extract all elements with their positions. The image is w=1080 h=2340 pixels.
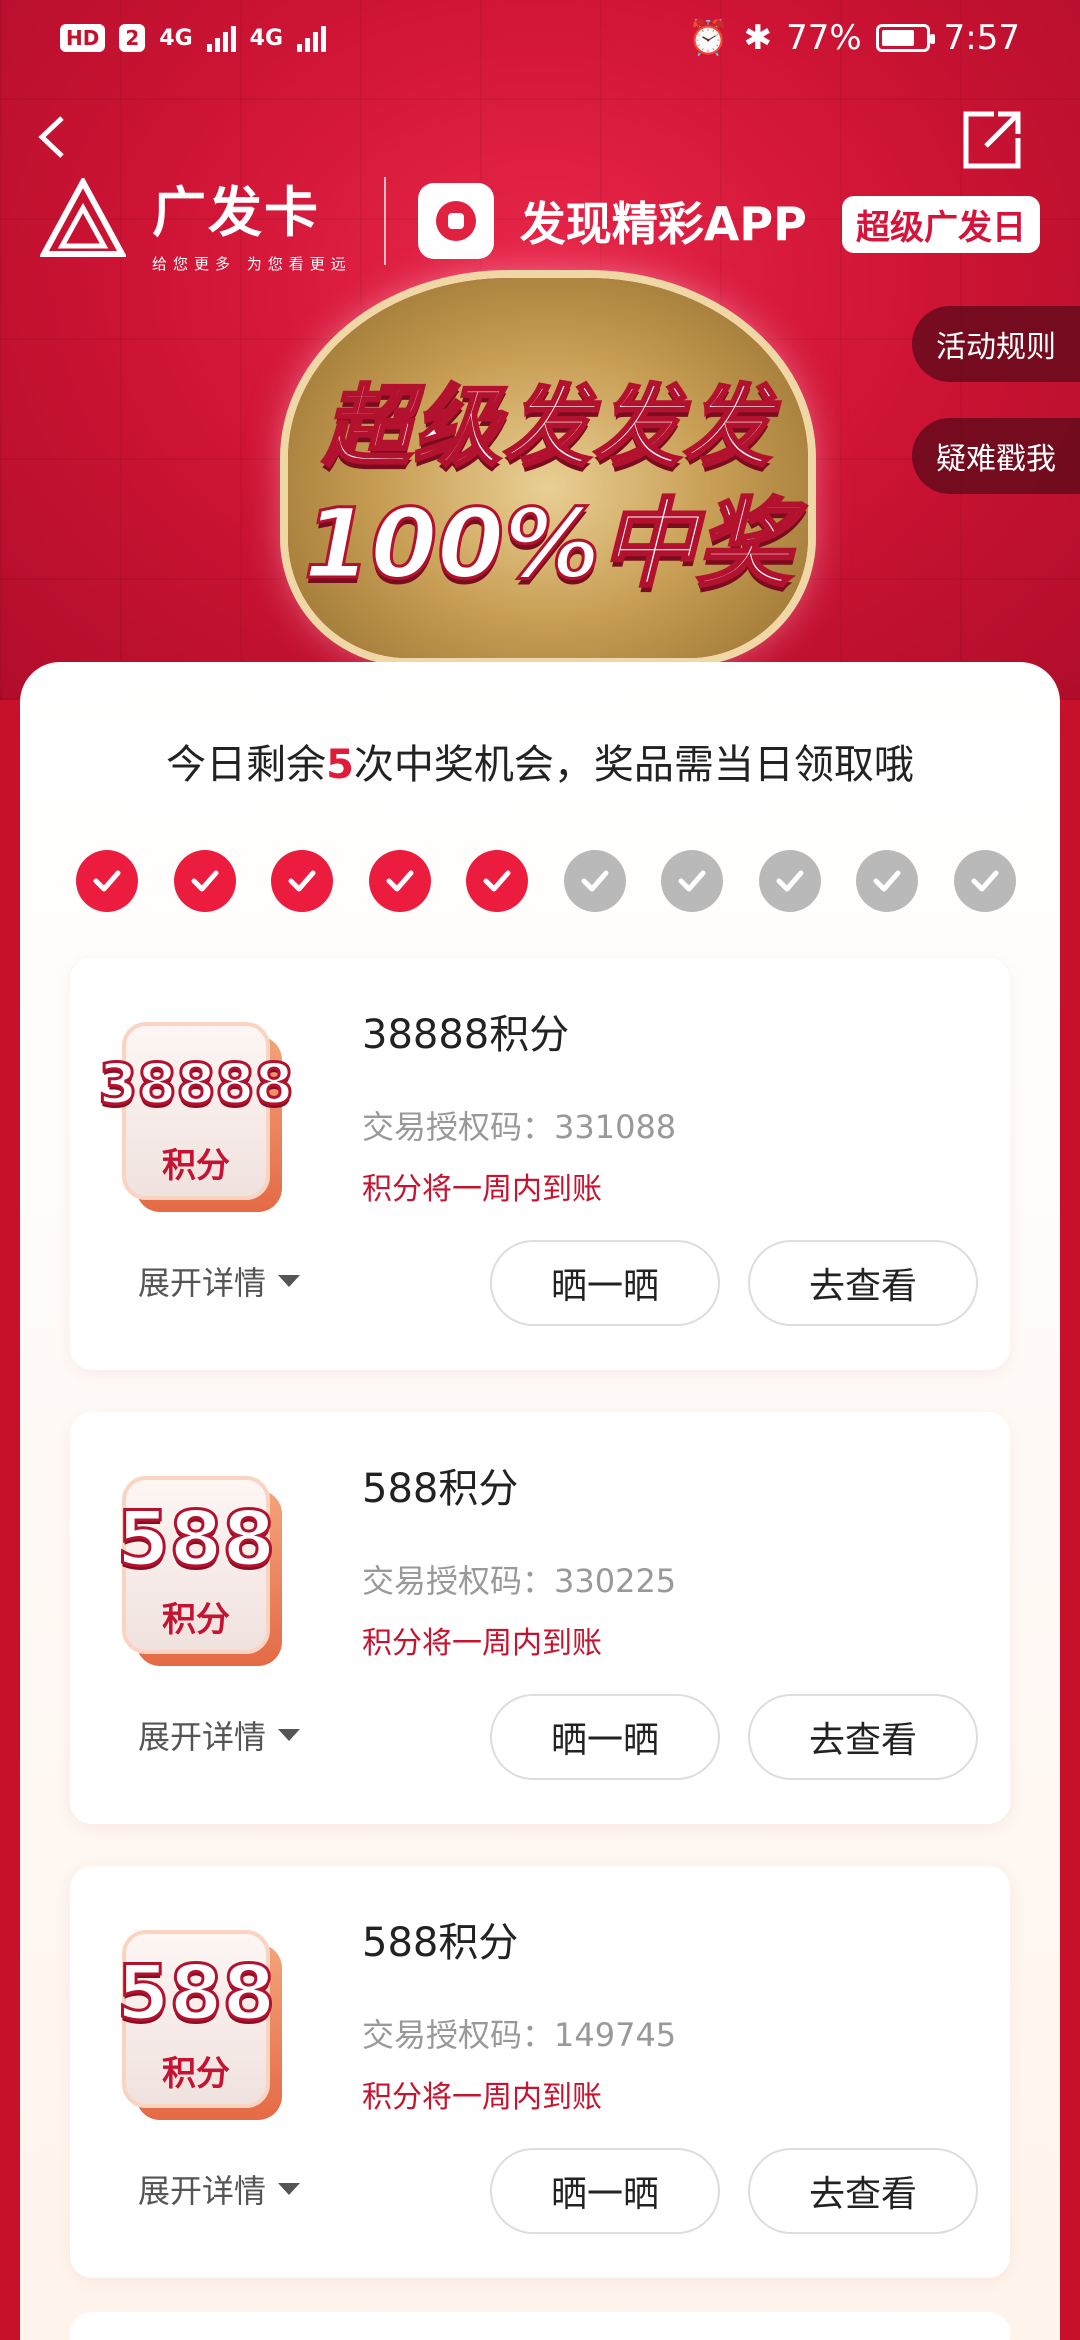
arrival-note: 积分将一周内到账 [362, 2080, 602, 2115]
share-prize-button[interactable]: 晒一晒 [490, 1240, 720, 1326]
tile-amount: 588 [115, 1493, 277, 1585]
prize-title: 38888积分 [362, 1012, 570, 1058]
tile-amount: 588 [115, 1947, 277, 2039]
remaining-prefix: 今日剩余 [166, 742, 327, 788]
tile-unit: 积分 [162, 1600, 230, 1640]
brand-slogan: 给您更多 为您看更远 [152, 255, 352, 273]
remaining-count: 5 [326, 742, 354, 788]
prize-card: 38888 积分 38888积分 交易授权码：331088 积分将一周内到账 展… [70, 958, 1010, 1370]
share-prize-button[interactable]: 晒一晒 [490, 2148, 720, 2234]
tile-amount: 38888 [97, 1051, 295, 1119]
app-logo-icon [417, 183, 494, 259]
chance-used-indicator [76, 850, 138, 912]
caret-down-icon [278, 2183, 301, 2195]
prize-title: 588积分 [362, 1920, 519, 1966]
chance-unused-indicator [758, 850, 821, 912]
chance-unused-indicator [953, 850, 1016, 912]
check-icon [288, 870, 316, 892]
app-name: 发现精彩APP [519, 197, 807, 251]
prize-panel: 今日剩余5次中奖机会，奖品需当日领取哦 38888 积分 38888积分 交易授… [20, 662, 1060, 2340]
arrival-note: 积分将一周内到账 [362, 1626, 602, 1661]
status-left: HD 2 4G 4G [60, 24, 327, 52]
gdb-logo-icon [38, 175, 128, 264]
chance-indicator-row [76, 850, 1016, 912]
promo-banner: 超级发发发 100%中奖 [288, 278, 808, 658]
status-right: ⏰ ✱ 77% 7:57 [687, 18, 1020, 58]
chance-used-indicator [173, 850, 236, 912]
check-icon [483, 870, 511, 892]
chance-unused-indicator [856, 850, 919, 912]
chance-unused-indicator [661, 850, 724, 912]
points-tile: 38888 积分 [97, 1022, 295, 1212]
chance-unused-indicator [563, 850, 626, 912]
caret-down-icon [278, 1729, 301, 1741]
super-day-badge: 超级广发日 [842, 196, 1040, 253]
hd-badge: HD [60, 24, 106, 52]
remaining-suffix: 次中奖机会，奖品需当日领取哦 [353, 742, 914, 788]
hero-background: HD 2 4G 4G ⏰ ✱ 77% 7:57 广发卡 给您更多 为您看更远 发… [0, 0, 1080, 700]
prize-card: 588 积分 588积分 交易授权码：149745 积分将一周内到账 展开详情 … [70, 1866, 1010, 2278]
signal-icon [297, 24, 327, 52]
check-icon [191, 870, 219, 892]
auth-code: 交易授权码：149745 [362, 2016, 677, 2054]
brand-row: 广发卡 给您更多 为您看更远 发现精彩APP [38, 168, 807, 274]
points-tile: 588 积分 [115, 1930, 282, 2120]
tile-unit: 积分 [162, 1146, 230, 1186]
chevron-left-icon [38, 116, 64, 158]
check-icon [386, 870, 414, 892]
battery-percent: 77% [786, 18, 862, 58]
prize-card-partial [70, 2312, 1010, 2340]
expand-label: 展开详情 [138, 1718, 267, 1756]
banner-line-2: 100%中奖 [302, 487, 794, 602]
expand-details-button[interactable]: 展开详情 [138, 2166, 301, 2212]
expand-label: 展开详情 [138, 1264, 267, 1302]
share-button[interactable] [960, 108, 1024, 172]
back-button[interactable] [32, 112, 82, 162]
status-bar: HD 2 4G 4G ⏰ ✱ 77% 7:57 [0, 0, 1080, 76]
network-label-1: 4G [159, 25, 193, 51]
remaining-chances-text: 今日剩余5次中奖机会，奖品需当日领取哦 [20, 732, 1060, 790]
expand-details-button[interactable]: 展开详情 [138, 1258, 301, 1304]
tile-unit: 积分 [162, 2054, 230, 2094]
points-tile: 588 积分 [115, 1476, 282, 1666]
prize-title: 588积分 [362, 1466, 519, 1512]
expand-label: 展开详情 [138, 2172, 267, 2210]
auth-code: 交易授权码：331088 [362, 1108, 677, 1146]
chance-used-indicator [368, 850, 431, 912]
battery-icon [875, 24, 935, 52]
chance-used-indicator [271, 850, 334, 912]
check-icon [971, 870, 999, 892]
check-icon [581, 870, 609, 892]
check-icon [873, 870, 901, 892]
header-divider [383, 177, 386, 265]
view-prize-button[interactable]: 去查看 [748, 1240, 978, 1326]
clock: 7:57 [943, 18, 1020, 58]
network-label-2: 4G [249, 25, 284, 51]
bluetooth-icon: ✱ [743, 18, 773, 58]
brand-name: 广发卡 [152, 181, 320, 244]
caret-down-icon [278, 1275, 301, 1287]
brand-text: 广发卡 给您更多 为您看更远 [152, 168, 352, 274]
check-icon [776, 870, 804, 892]
chance-used-indicator [466, 850, 529, 912]
alarm-icon: ⏰ [687, 18, 730, 58]
sim-badge: 2 [119, 24, 146, 52]
check-icon [93, 870, 121, 892]
external-link-icon [963, 111, 1021, 169]
arrival-note: 积分将一周内到账 [362, 1172, 602, 1207]
view-prize-button[interactable]: 去查看 [748, 2148, 978, 2234]
banner-line-1: 超级发发发 [321, 374, 773, 480]
share-prize-button[interactable]: 晒一晒 [490, 1694, 720, 1780]
help-button[interactable]: 疑难戳我 [912, 418, 1080, 494]
activity-rules-button[interactable]: 活动规则 [912, 306, 1080, 382]
view-prize-button[interactable]: 去查看 [748, 1694, 978, 1780]
check-icon [678, 870, 706, 892]
expand-details-button[interactable]: 展开详情 [138, 1712, 301, 1758]
prize-card: 588 积分 588积分 交易授权码：330225 积分将一周内到账 展开详情 … [70, 1412, 1010, 1824]
auth-code: 交易授权码：330225 [362, 1562, 677, 1600]
signal-icon [206, 24, 236, 52]
